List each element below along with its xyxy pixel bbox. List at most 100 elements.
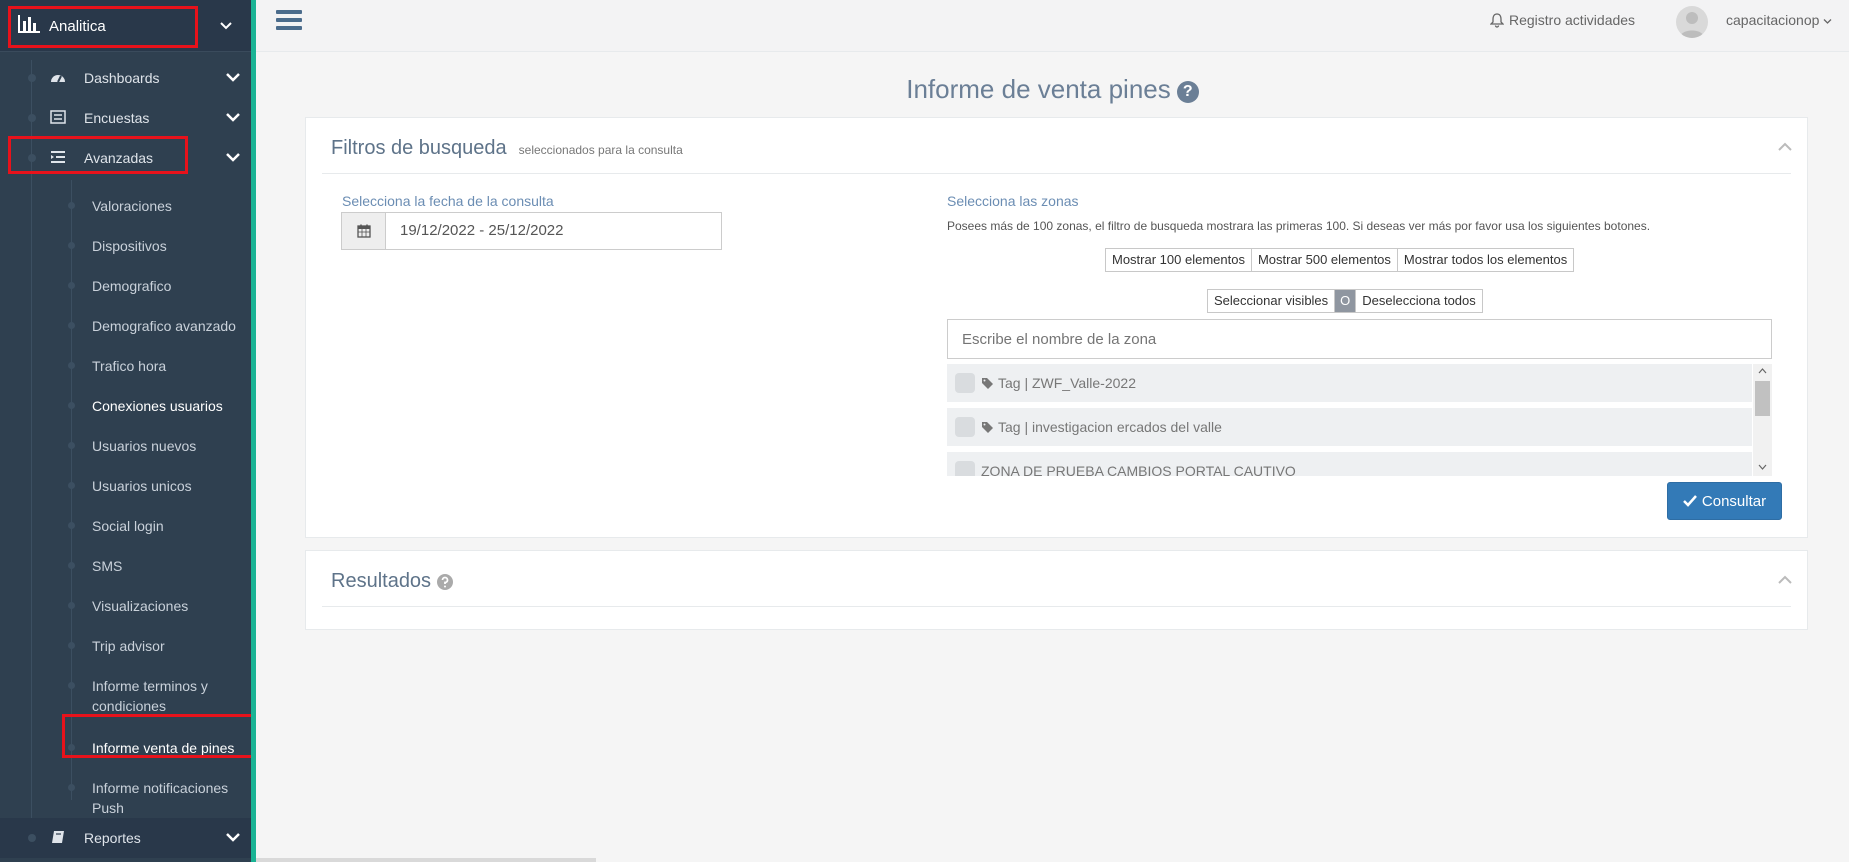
zone-item[interactable]: ZONA DE PRUEBA CAMBIOS PORTAL CAUTIVO — [947, 452, 1752, 476]
filters-title: Filtros de busqueda seleccionados para la… — [331, 137, 683, 160]
highlight-analitica — [8, 6, 198, 48]
sidebar-subitem-label: SMS — [92, 558, 123, 574]
help-icon[interactable] — [437, 573, 454, 590]
tree-dot — [68, 482, 75, 489]
zones-label: Selecciona las zonas — [947, 193, 1079, 209]
tree-dot — [68, 202, 75, 209]
username: capacitacionop — [1726, 12, 1820, 28]
sidebar-subitem-label: Trip advisor — [92, 638, 165, 654]
registro-label: Registro actividades — [1509, 12, 1636, 28]
subtree-line — [71, 180, 72, 800]
date-range-value: 19/12/2022 - 25/12/2022 — [400, 222, 564, 239]
zone-item-text: ZONA DE PRUEBA CAMBIOS PORTAL CAUTIVO — [981, 463, 1296, 476]
sidebar-item-dashboards[interactable]: Dashboards — [0, 58, 251, 98]
page-title-text: Informe de venta pines — [906, 74, 1171, 104]
check-icon — [1683, 495, 1697, 507]
tree-dot — [68, 402, 75, 409]
zone-item[interactable]: Tag | investigacion ercados del valle — [947, 408, 1752, 446]
filters-subtitle: seleccionados para la consulta — [518, 143, 683, 157]
sidebar-subitem-label: Visualizaciones — [92, 598, 189, 614]
zone-search-input[interactable] — [947, 319, 1772, 359]
chevron-down-icon — [226, 73, 240, 82]
sidebar-subitem-label: Social login — [92, 518, 164, 534]
tree-dot — [68, 522, 75, 529]
zone-item-text: Tag | investigacion ercados del valle — [981, 419, 1222, 435]
date-range-input[interactable]: 19/12/2022 - 25/12/2022 — [341, 212, 722, 250]
deselect-all-button[interactable]: Deselecciona todos — [1355, 289, 1483, 313]
user-silhouette-icon — [1680, 12, 1704, 38]
registro-actividades-link[interactable]: Registro actividades — [1490, 12, 1635, 28]
list-icon — [50, 110, 66, 124]
sidebar-subitem-label: Usuarios unicos — [92, 478, 192, 494]
sidebar-item-label: Dashboards — [84, 70, 160, 86]
scroll-down-icon[interactable] — [1758, 464, 1767, 470]
tree-dot — [68, 642, 75, 649]
calendar-addon[interactable] — [342, 213, 386, 249]
selection-group: Seleccionar visibles O Deselecciona todo… — [1207, 289, 1483, 313]
tree-dot — [68, 442, 75, 449]
tag-icon — [982, 421, 993, 433]
sidebar-subitem-label: Dispositivos — [92, 238, 167, 254]
bell-icon — [1490, 12, 1504, 28]
sidebar: Analitica Dashboards Encuestas Avanzadas… — [0, 0, 256, 862]
sidebar-subitem-label: Informe terminos y condiciones — [92, 678, 208, 714]
date-label: Selecciona la fecha de la consulta — [342, 193, 554, 209]
zone-item-label: Tag | ZWF_Valle-2022 — [998, 375, 1136, 391]
tree-dot — [68, 562, 75, 569]
zone-checkbox[interactable] — [955, 373, 975, 393]
book-icon — [52, 831, 64, 843]
zone-item-text: Tag | ZWF_Valle-2022 — [981, 375, 1136, 391]
zone-checkbox[interactable] — [955, 417, 975, 437]
scroll-thumb[interactable] — [1755, 381, 1770, 416]
zone-list-scrollbar[interactable] — [1753, 364, 1772, 476]
sidebar-subitem-label: Demografico — [92, 278, 172, 294]
chevron-down-icon — [1823, 19, 1832, 24]
show-all-button[interactable]: Mostrar todos los elementos — [1396, 248, 1575, 272]
sidebar-item-label: Encuestas — [84, 110, 150, 126]
page-title: Informe de venta pines? — [256, 74, 1849, 105]
show-100-button[interactable]: Mostrar 100 elementos — [1105, 248, 1252, 272]
chevron-down-icon — [226, 153, 240, 162]
tree-dot — [68, 784, 75, 791]
sidebar-subitem-label: Usuarios nuevos — [92, 438, 197, 454]
hamburger-menu-icon[interactable] — [276, 10, 302, 32]
sidebar-subitem-label: Trafico hora — [92, 358, 167, 374]
sidebar-item-encuestas[interactable]: Encuestas — [0, 98, 251, 138]
consultar-label: Consultar — [1701, 492, 1767, 510]
zones-hint: Posees más de 100 zonas, el filtro de bu… — [947, 219, 1651, 233]
tree-dot — [68, 242, 75, 249]
user-menu[interactable]: capacitacionop — [1726, 12, 1832, 28]
top-navbar: Registro actividades capacitacionop — [256, 0, 1849, 52]
filters-panel-header: Filtros de busqueda seleccionados para la… — [322, 118, 1792, 174]
sidebar-subitem-label: Conexiones usuarios — [92, 398, 223, 414]
dashboard-icon — [51, 75, 65, 83]
scroll-up-icon[interactable] — [1758, 368, 1767, 374]
collapse-up-icon[interactable] — [1778, 142, 1792, 152]
chevron-down-icon — [226, 113, 240, 122]
zone-list: Tag | ZWF_Valle-2022 Tag | investigacion… — [947, 364, 1772, 476]
zone-item[interactable]: Tag | ZWF_Valle-2022 — [947, 364, 1752, 402]
tree-dot — [28, 834, 36, 842]
highlight-avanzadas — [8, 136, 188, 174]
show-500-button[interactable]: Mostrar 500 elementos — [1250, 248, 1398, 272]
tree-dot — [68, 602, 75, 609]
horizontal-scrollbar[interactable] — [256, 858, 596, 862]
zone-item-label: ZONA DE PRUEBA CAMBIOS PORTAL CAUTIVO — [981, 463, 1296, 476]
sidebar-item-label: Reportes — [84, 830, 141, 846]
avatar[interactable] — [1676, 6, 1708, 38]
zone-checkbox[interactable] — [955, 461, 975, 476]
tag-icon — [982, 377, 993, 389]
help-icon[interactable]: ? — [1176, 81, 1199, 103]
sidebar-subitem-label: Demografico avanzado — [92, 318, 236, 334]
consultar-button[interactable]: Consultar — [1667, 482, 1782, 520]
tree-dot — [68, 362, 75, 369]
results-panel: Resultados — [305, 550, 1808, 630]
tree-dot — [28, 74, 36, 82]
select-visible-button[interactable]: Seleccionar visibles — [1207, 289, 1336, 313]
sidebar-scrollbar[interactable] — [253, 150, 256, 600]
tree-dot — [68, 682, 75, 689]
highlight-informe-venta-pines — [62, 714, 251, 758]
collapse-up-icon[interactable] — [1778, 575, 1792, 585]
sidebar-item-reportes[interactable]: Reportes — [0, 818, 251, 858]
sidebar-subitem-label: Valoraciones — [92, 198, 172, 214]
